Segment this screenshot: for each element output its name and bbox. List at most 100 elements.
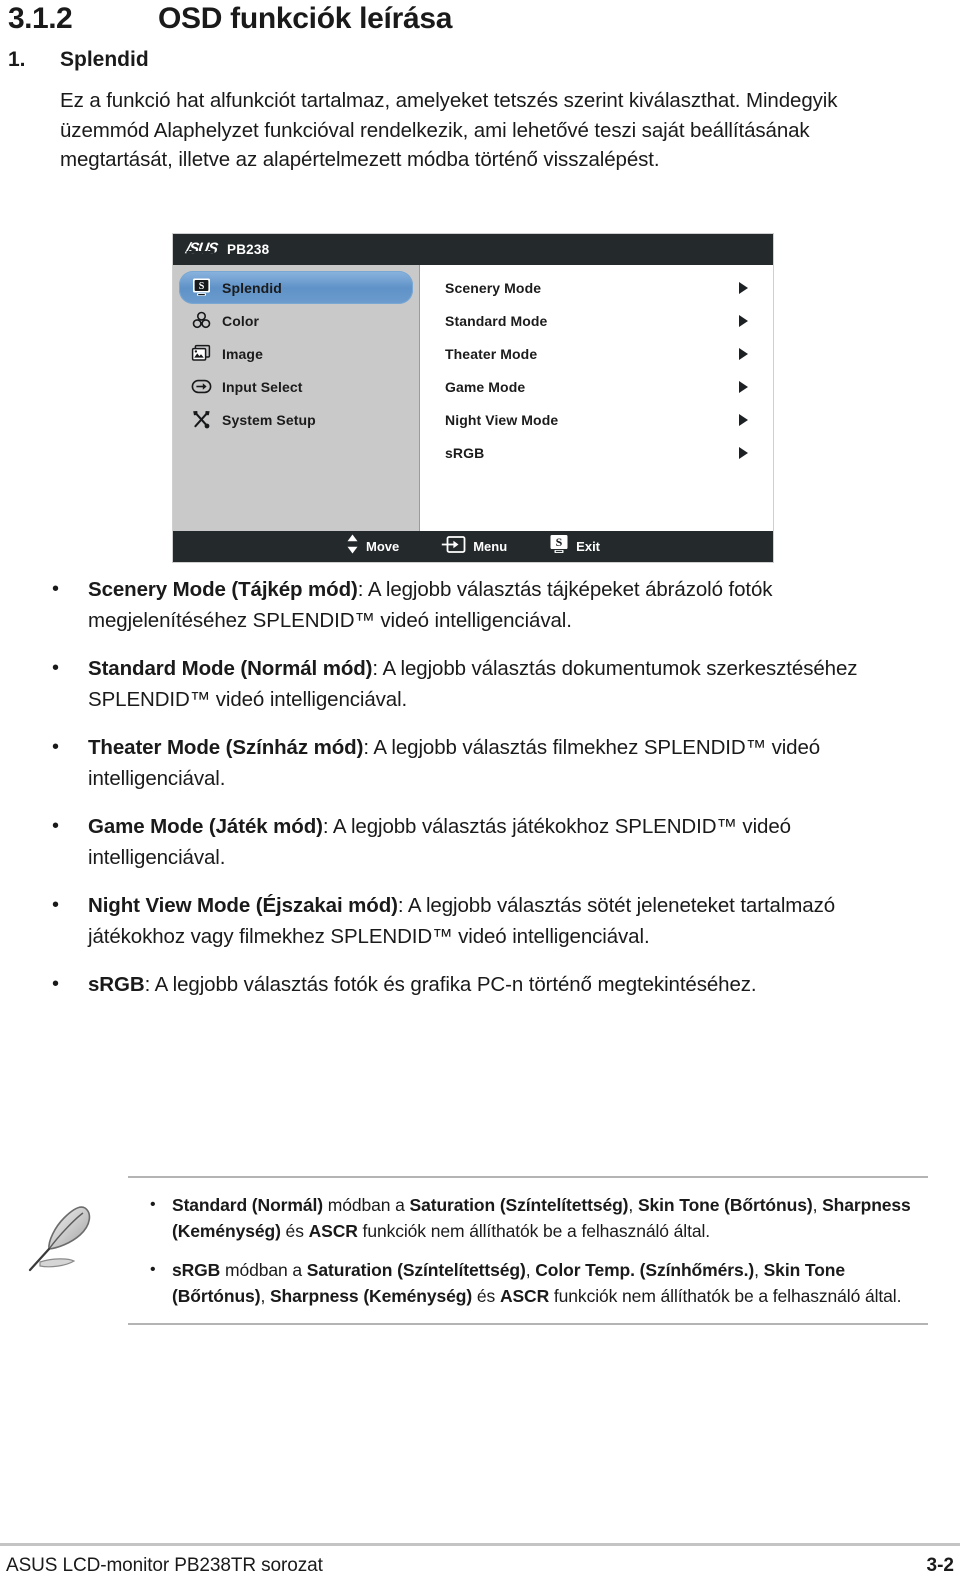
bullet-marker: • xyxy=(52,736,60,758)
note-term: ASCR xyxy=(499,1286,550,1306)
osd-option-night-view-mode[interactable]: Night View Mode xyxy=(420,403,773,436)
chevron-right-icon xyxy=(739,446,748,459)
note-plain: és xyxy=(472,1286,500,1306)
note-content: • Standard (Normál) módban a Saturation … xyxy=(128,1176,928,1325)
osd-option-label: sRGB xyxy=(445,444,485,461)
page-footer: ASUS LCD-monitor PB238TR sorozat 3-2 xyxy=(6,1555,954,1577)
osd-footer: Move Menu S Exit xyxy=(173,531,773,562)
osd-menu-figure: /SUS PB238 S Splendid Color Image Input … xyxy=(173,234,773,562)
note-list-item: • sRGB módban a Saturation (Színtelített… xyxy=(128,1257,928,1309)
osd-option-theater-mode[interactable]: Theater Mode xyxy=(420,337,773,370)
section-heading: 3.1.2 OSD funkciók leírása xyxy=(8,2,908,36)
osd-sidebar-label: Image xyxy=(222,345,263,362)
document-page: 3.1.2 OSD funkciók leírása 1. Splendid E… xyxy=(0,0,960,1588)
osd-footer-label: Move xyxy=(365,539,400,554)
osd-sidebar-item-color[interactable]: Color xyxy=(179,304,413,337)
list-item: • Theater Mode (Színház mód): A legjobb … xyxy=(44,732,904,794)
note-plain: , xyxy=(754,1260,764,1280)
osd-sidebar-item-splendid[interactable]: S Splendid xyxy=(179,271,413,304)
osd-footer-move[interactable]: Move xyxy=(346,533,399,560)
splendid-monitor-icon: S xyxy=(190,277,212,299)
osd-option-label: Scenery Mode xyxy=(445,279,542,296)
osd-header: /SUS PB238 xyxy=(173,234,773,265)
chevron-right-icon xyxy=(739,380,748,393)
chevron-right-icon xyxy=(739,413,748,426)
note-plain: funkciók nem állíthatók be a felhasználó… xyxy=(357,1221,711,1241)
bullet-rest: : A legjobb választás fotók és grafika P… xyxy=(144,973,757,996)
note-plain: , xyxy=(628,1195,638,1215)
osd-sidebar-item-input-select[interactable]: Input Select xyxy=(179,370,413,403)
item-intro-paragraph: Ez a funkció hat alfunkciót tartalmaz, a… xyxy=(60,89,838,171)
item-heading: 1. Splendid xyxy=(8,48,908,72)
osd-option-srgb[interactable]: sRGB xyxy=(420,436,773,469)
bullet-term: Scenery Mode (Tájkép mód) xyxy=(88,578,358,601)
osd-footer-label: Exit xyxy=(576,539,601,554)
bullet-body: Standard Mode (Normál mód): A legjobb vá… xyxy=(88,653,904,715)
osd-sidebar: S Splendid Color Image Input Select Syst… xyxy=(173,265,420,531)
section-number: 3.1.2 xyxy=(8,2,73,35)
chevron-right-icon xyxy=(739,281,748,294)
note-term: Saturation (Színtelítettség) xyxy=(306,1260,526,1280)
osd-sidebar-item-image[interactable]: Image xyxy=(179,337,413,370)
note-body: Standard (Normál) módban a Saturation (S… xyxy=(172,1192,928,1244)
note-plain: módban a xyxy=(220,1260,307,1280)
osd-option-label: Standard Mode xyxy=(445,312,548,329)
osd-body: S Splendid Color Image Input Select Syst… xyxy=(173,265,773,531)
bullet-marker: • xyxy=(52,815,60,837)
osd-option-standard-mode[interactable]: Standard Mode xyxy=(420,304,773,337)
note-plain: , xyxy=(260,1286,270,1306)
list-item: • Scenery Mode (Tájkép mód): A legjobb v… xyxy=(44,574,904,636)
list-item: • sRGB: A legjobb választás fotók és gra… xyxy=(44,969,904,1000)
bullet-body: sRGB: A legjobb választás fotók és grafi… xyxy=(88,969,904,1000)
osd-sidebar-label: Splendid xyxy=(222,279,282,296)
osd-sidebar-item-system-setup[interactable]: System Setup xyxy=(179,403,413,436)
bullet-marker: • xyxy=(52,657,60,679)
chevron-right-icon xyxy=(739,314,748,327)
osd-model-label: PB238 xyxy=(227,242,270,257)
bullet-body: Game Mode (Játék mód): A legjobb választ… xyxy=(88,811,904,873)
osd-option-label: Game Mode xyxy=(445,378,526,395)
menu-enter-icon xyxy=(441,535,466,559)
bullet-term: Night View Mode (Éjszakai mód) xyxy=(88,894,398,917)
wrench-screwdriver-icon xyxy=(190,409,212,431)
bullet-body: Scenery Mode (Tájkép mód): A legjobb vál… xyxy=(88,574,904,636)
bullet-marker: • xyxy=(52,578,60,600)
note-term: Standard (Normál) xyxy=(172,1195,323,1215)
bullet-body: Theater Mode (Színház mód): A legjobb vá… xyxy=(88,732,904,794)
note-plain: , xyxy=(812,1195,823,1215)
chevron-right-icon xyxy=(739,347,748,360)
bullet-term: Standard Mode (Normál mód) xyxy=(88,657,373,680)
osd-footer-exit[interactable]: S Exit xyxy=(549,534,600,560)
note-plain: módban a xyxy=(322,1195,410,1215)
up-down-arrows-icon xyxy=(346,533,359,560)
list-item: • Night View Mode (Éjszakai mód): A legj… xyxy=(44,890,904,952)
bullet-marker: • xyxy=(52,894,60,916)
osd-option-game-mode[interactable]: Game Mode xyxy=(420,370,773,403)
osd-option-scenery-mode[interactable]: Scenery Mode xyxy=(420,271,773,304)
osd-sidebar-label: Input Select xyxy=(222,378,303,395)
bullet-term: Theater Mode (Színház mód) xyxy=(88,736,364,759)
bullet-body: Night View Mode (Éjszakai mód): A legjob… xyxy=(88,890,904,952)
note-term: Saturation (Színtelítettség) xyxy=(409,1195,629,1215)
section-title: OSD funkciók leírása xyxy=(158,2,453,35)
list-item: • Game Mode (Játék mód): A legjobb válas… xyxy=(44,811,904,873)
list-item: • Standard Mode (Normál mód): A legjobb … xyxy=(44,653,904,715)
asus-logo: /SUS xyxy=(184,240,219,257)
image-frames-icon xyxy=(190,343,212,365)
osd-option-label: Theater Mode xyxy=(445,345,538,362)
quill-pen-icon xyxy=(22,1196,108,1282)
splendid-s-icon: S xyxy=(549,534,569,560)
svg-text:S: S xyxy=(198,281,204,292)
footer-page-number: 3-2 xyxy=(926,1555,954,1576)
osd-footer-menu[interactable]: Menu xyxy=(441,535,507,559)
svg-text:S: S xyxy=(556,535,563,549)
osd-footer-label: Menu xyxy=(473,539,508,554)
bullet-marker: • xyxy=(52,973,60,995)
note-term: sRGB xyxy=(172,1260,221,1280)
note-term: Sharpness (Keménység) xyxy=(269,1286,473,1306)
note-term: Color Temp. (Színhőmérs.) xyxy=(535,1260,755,1280)
note-plain: és xyxy=(280,1221,309,1241)
note-plain: , xyxy=(525,1260,536,1280)
bullet-marker: • xyxy=(150,1196,156,1213)
osd-sidebar-label: Color xyxy=(222,312,260,329)
